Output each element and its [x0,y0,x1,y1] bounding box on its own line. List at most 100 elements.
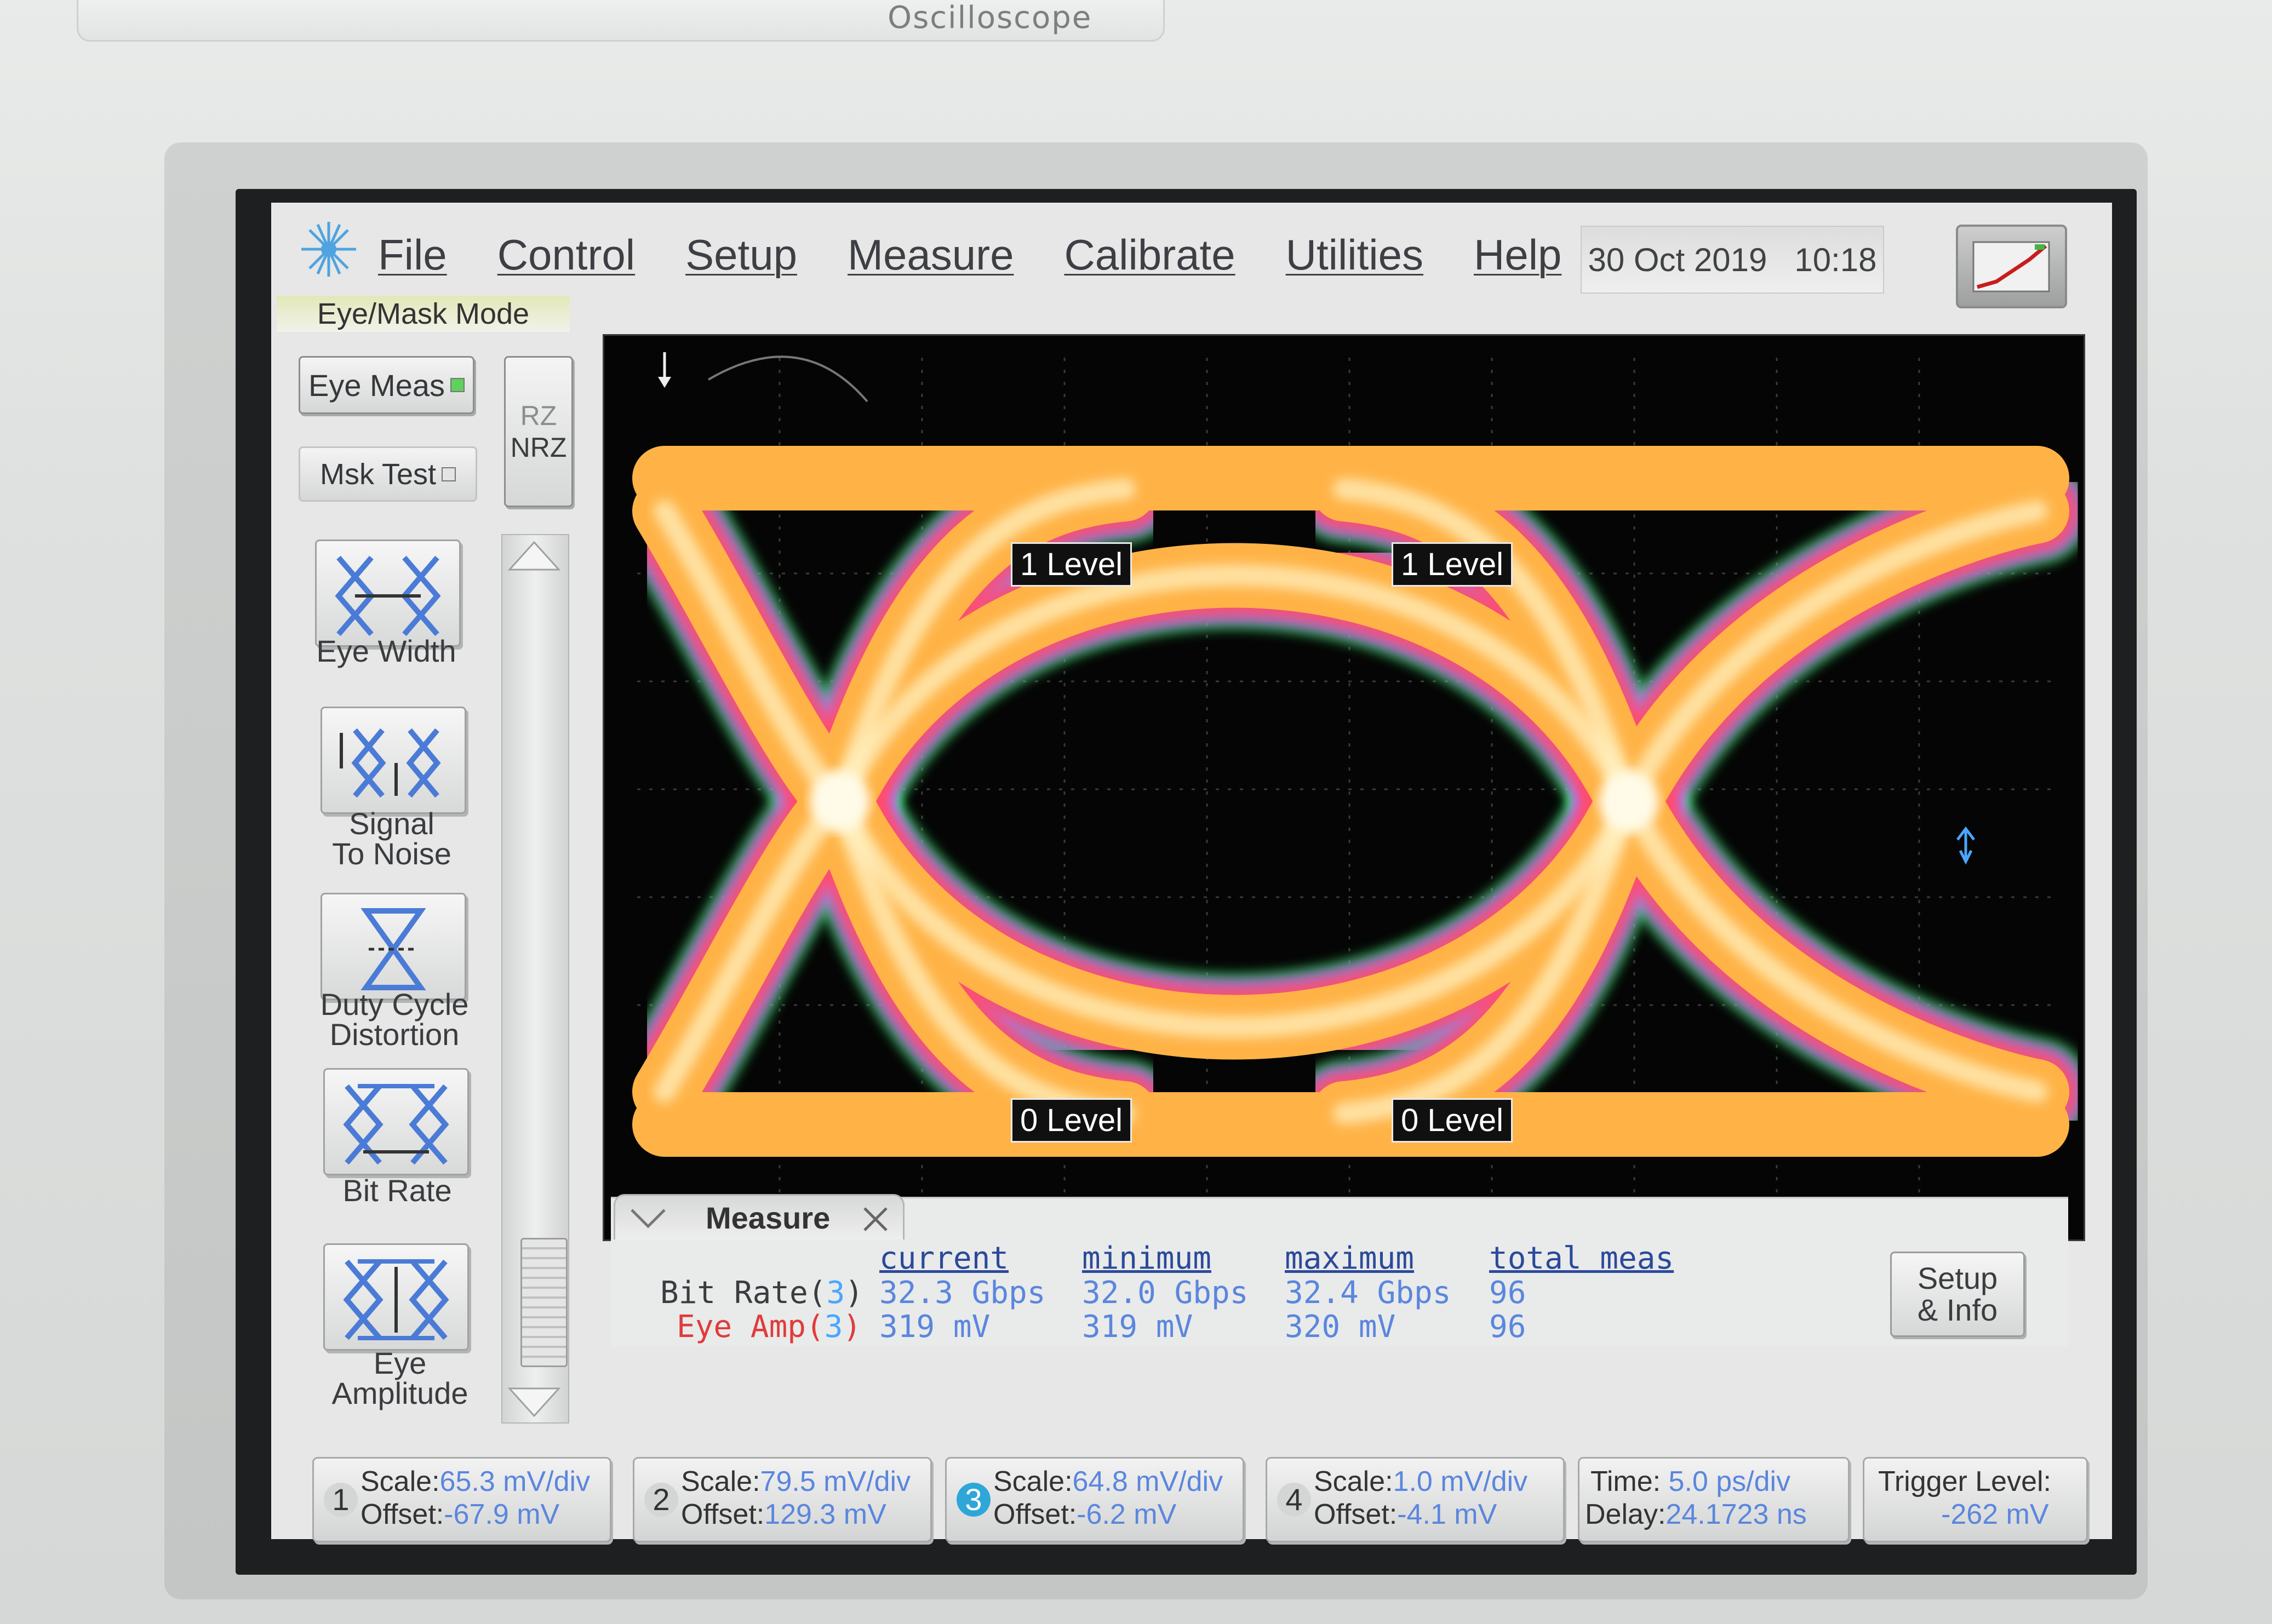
one-level-marker-left: 1 Level [1011,542,1132,587]
menu-help[interactable]: Help [1474,230,1561,290]
eye-width-button[interactable] [315,540,461,647]
scroll-thumb[interactable] [520,1238,568,1367]
mask-test-button[interactable]: Msk Test [299,446,477,502]
mask-test-led-icon [442,467,456,481]
eye-width-icon [335,555,441,636]
eye-amplitude-label-2: Amplitude [331,1376,468,1410]
eye-width-label: Eye Width [316,634,456,668]
timebase-button[interactable]: Time: 5.0 ps/div Delay:24.1723 ns [1578,1457,1850,1542]
info-label: & Info [1917,1293,1998,1327]
bit-rate-total: 96 [1489,1275,1526,1311]
bit-rate-label: Bit Rate [342,1173,452,1208]
menu-file[interactable]: File [378,230,447,290]
time-label: Time: [1590,1466,1661,1497]
scroll-up-arrow-icon[interactable] [507,540,562,572]
one-level-marker-right: 1 Level [1392,542,1513,587]
channel-3-button[interactable]: 3 Scale:64.8 mV/div Offset:-6.2 mV [945,1457,1244,1542]
eye-crossing-glow [1599,771,1659,831]
signal-to-noise-label-2: To Noise [332,836,451,871]
ch3-scale-label: Scale: [993,1466,1073,1497]
setup-info-button[interactable]: Setup & Info [1890,1252,2025,1337]
eye-crossing-glow [810,771,870,831]
eye-amp-minimum: 319 mV [1082,1309,1193,1345]
spark-logo-icon [301,222,356,277]
row-bit-rate-label: Bit Rate(3) [660,1275,863,1311]
ch4-scale: 1.0 mV/div [1393,1466,1528,1497]
header-total-meas: total meas [1489,1241,1674,1276]
ch3-offset-label: Offset: [993,1499,1077,1530]
ch4-offset: -4.1 mV [1397,1499,1497,1530]
trigger-level-label: Trigger Level: [1878,1466,2051,1497]
waveform-display[interactable] [603,334,2092,1241]
eye-mask-mode-label: Eye/Mask Mode [277,296,570,332]
ch2-scale: 79.5 mV/div [760,1466,911,1497]
time-text: 10:18 [1794,241,1877,278]
measure-title: Measure [706,1201,831,1235]
scroll-down-arrow-icon[interactable] [507,1386,562,1419]
ch4-offset-label: Offset: [1314,1499,1398,1530]
zero-level-marker-left: 0 Level [1011,1098,1132,1143]
measure-tab[interactable]: Measure [614,1194,905,1239]
collapse-chevron-icon[interactable] [629,1206,667,1230]
header-minimum: minimum [1082,1241,1212,1276]
ch2-offset-label: Offset: [681,1499,765,1530]
setup-label: Setup [1917,1261,1998,1295]
ch2-scale-label: Scale: [681,1466,760,1497]
channel-4-button[interactable]: 4 Scale:1.0 mV/div Offset:-4.1 mV [1266,1457,1565,1542]
zero-level-marker-right: 0 Level [1392,1098,1513,1143]
brand-label: Oscilloscope [888,0,1092,36]
close-icon[interactable] [862,1206,889,1233]
eye-amp-total: 96 [1489,1309,1526,1345]
channel-4-number: 4 [1277,1483,1311,1517]
bit-rate-minimum: 32.0 Gbps [1082,1275,1249,1311]
channel-2-number: 2 [644,1483,678,1517]
menu-utilities[interactable]: Utilities [1286,230,1423,290]
timebase-delay: 24.1723 ns [1666,1499,1807,1530]
duty-cycle-distortion-icon [360,908,426,990]
ch3-scale: 64.8 mV/div [1072,1466,1223,1497]
header-current: current [879,1241,1009,1276]
signal-to-noise-icon [340,728,441,798]
delay-label: Delay: [1585,1499,1666,1530]
menu-setup[interactable]: Setup [685,230,797,290]
trigger-button[interactable]: Trigger Level: -262 mV [1863,1457,2088,1542]
channel-2-button[interactable]: 2 Scale:79.5 mV/div Offset:129.3 mV [633,1457,932,1542]
menu-control[interactable]: Control [497,230,635,290]
eye-meas-led-icon [450,378,465,392]
rz-nrz-toggle[interactable]: RZ NRZ [504,356,573,507]
eye-amp-maximum: 320 mV [1285,1309,1396,1345]
date-text: 30 Oct 2019 [1588,241,1767,278]
nrz-label: NRZ [510,432,567,463]
bit-rate-maximum: 32.4 Gbps [1285,1275,1451,1311]
signal-to-noise-button[interactable] [321,707,466,814]
signal-to-noise-label-1: Signal [349,806,434,841]
ch1-offset-label: Offset: [360,1499,444,1530]
menu-measure[interactable]: Measure [848,230,1014,290]
eye-meas-button[interactable]: Eye Meas [299,356,474,414]
menu-calibrate[interactable]: Calibrate [1064,230,1235,290]
row-eye-amp-label: Eye Amp(3) [677,1309,862,1345]
eye-amplitude-button[interactable] [323,1243,469,1351]
waveform-icon [1972,241,2050,292]
eye-amp-current: 319 mV [879,1309,991,1345]
ch3-offset: -6.2 mV [1077,1499,1177,1530]
channel-1-number: 1 [324,1483,358,1517]
rz-label: RZ [520,400,557,431]
bit-rate-button[interactable] [323,1068,469,1175]
duty-cycle-distortion-button[interactable] [321,893,466,1000]
ch2-offset: 129.3 mV [764,1499,886,1530]
eye-diagram-canvas [610,352,2092,1223]
eye-amplitude-icon [343,1259,449,1340]
channel-1-button[interactable]: 1 Scale:65.3 mV/div Offset:-67.9 mV [312,1457,611,1542]
channel-3-number: 3 [957,1483,991,1517]
bit-rate-current: 32.3 Gbps [879,1275,1046,1311]
duty-cycle-label-1: Duty Cycle [320,987,469,1022]
menu-bar: File Control Setup Measure Calibrate Uti… [378,230,1561,290]
ch4-scale-label: Scale: [1314,1466,1393,1497]
mask-test-label: Msk Test [319,457,437,491]
eye-meas-label: Eye Meas [308,368,445,403]
header-maximum: maximum [1285,1241,1415,1276]
ch1-offset: -67.9 mV [444,1499,560,1530]
scope-mode-button[interactable] [1956,225,2067,308]
timebase-time: 5.0 ps/div [1668,1466,1791,1497]
